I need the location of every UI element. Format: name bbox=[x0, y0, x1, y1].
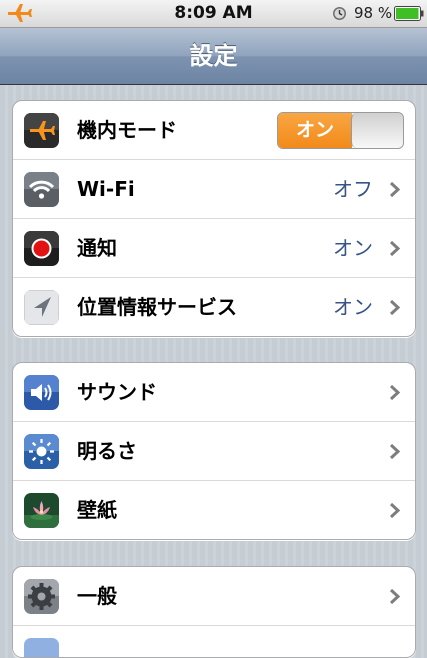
settings-row-notifications[interactable]: 通知 オン bbox=[13, 219, 415, 278]
settings-group-connectivity: 機内モード オン Wi-Fi オフ 通知 オン 位置情報サービス オン bbox=[12, 100, 416, 337]
chevron-right-icon bbox=[389, 181, 401, 198]
page-title: 設定 bbox=[189, 42, 238, 70]
chevron-right-icon bbox=[389, 384, 401, 401]
general-label: 一般 bbox=[77, 584, 117, 608]
settings-row-wallpaper[interactable]: 壁紙 bbox=[13, 481, 415, 539]
chevron-right-icon bbox=[389, 588, 401, 605]
battery-percentage: 98 % bbox=[354, 4, 393, 22]
location-services-label: 位置情報サービス bbox=[77, 295, 237, 319]
brightness-icon bbox=[24, 434, 59, 469]
settings-row-brightness[interactable]: 明るさ bbox=[13, 422, 415, 481]
gear-icon bbox=[24, 579, 59, 614]
wallpaper-label: 壁紙 bbox=[77, 498, 117, 522]
alarm-clock-icon bbox=[333, 7, 346, 20]
settings-group-display-sound: サウンド 明るさ 壁紙 bbox=[12, 362, 416, 540]
wifi-value: オフ bbox=[333, 177, 373, 201]
location-services-value: オン bbox=[333, 295, 373, 319]
partial-icon bbox=[24, 638, 59, 657]
settings-row-wifi[interactable]: Wi-Fi オフ bbox=[13, 160, 415, 219]
battery-icon bbox=[394, 6, 424, 21]
navigation-bar: 設定 bbox=[0, 28, 427, 85]
notifications-icon bbox=[24, 231, 59, 266]
wallpaper-icon bbox=[24, 493, 59, 528]
settings-row-location-services[interactable]: 位置情報サービス オン bbox=[13, 278, 415, 336]
sound-label: サウンド bbox=[77, 380, 157, 404]
toggle-knob[interactable] bbox=[351, 113, 403, 148]
chevron-right-icon bbox=[389, 443, 401, 460]
settings-row-sound[interactable]: サウンド bbox=[13, 363, 415, 422]
settings-group-general: 一般 bbox=[12, 566, 416, 658]
chevron-right-icon bbox=[389, 502, 401, 519]
brightness-label: 明るさ bbox=[77, 439, 137, 463]
toggle-on-label: オン bbox=[278, 113, 352, 148]
sound-icon bbox=[24, 375, 59, 410]
status-bar: 8:09 AM 98 % bbox=[0, 0, 427, 28]
wifi-label: Wi-Fi bbox=[77, 177, 135, 201]
settings-row-airplane-mode: 機内モード オン bbox=[13, 101, 415, 160]
chevron-right-icon bbox=[389, 240, 401, 257]
chevron-right-icon bbox=[389, 299, 401, 316]
notifications-value: オン bbox=[333, 236, 373, 260]
settings-row-general[interactable]: 一般 bbox=[13, 567, 415, 626]
airplane-mode-toggle[interactable]: オン bbox=[277, 112, 404, 149]
settings-row-next-partial[interactable] bbox=[13, 626, 415, 657]
location-icon bbox=[24, 290, 59, 325]
airplane-icon bbox=[24, 113, 59, 148]
notifications-label: 通知 bbox=[77, 236, 117, 260]
airplane-mode-label: 機内モード bbox=[77, 118, 177, 142]
wifi-icon bbox=[24, 172, 59, 207]
